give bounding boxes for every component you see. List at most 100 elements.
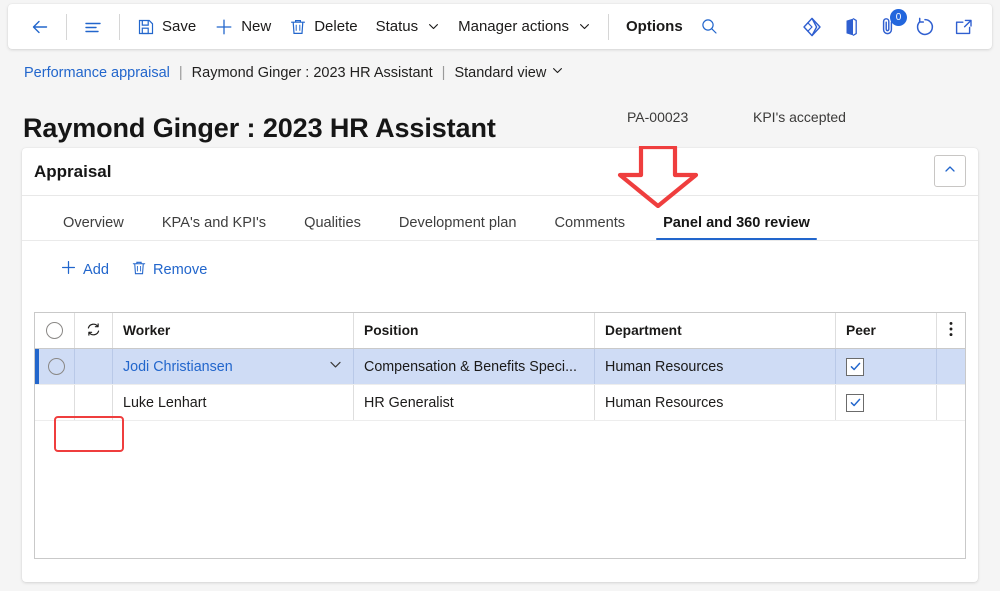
toolbar-divider-2 [119, 13, 120, 40]
row-overflow-cell [937, 349, 965, 384]
breadcrumb-separator: | [178, 64, 183, 81]
column-header-worker-label: Worker [123, 323, 171, 338]
card-title: Appraisal [34, 161, 112, 181]
breadcrumb-record: Raymond Ginger : 2023 HR Assistant [191, 64, 433, 81]
chevron-down-icon [551, 64, 564, 81]
options-button[interactable]: Options [617, 11, 692, 43]
search-icon [700, 17, 719, 36]
cell-worker-value: Luke Lenhart [123, 394, 207, 411]
select-all-radio[interactable] [46, 322, 63, 339]
popout-icon [952, 16, 974, 38]
cell-department[interactable]: Human Resources [595, 385, 836, 420]
card-header: Appraisal [22, 148, 978, 196]
chevron-down-icon[interactable] [328, 357, 343, 376]
tab-comments[interactable]: Comments [536, 215, 645, 240]
status-label: Status [375, 18, 419, 35]
row-refresh-cell[interactable] [75, 385, 113, 420]
column-header-department-label: Department [605, 323, 682, 338]
column-header-position-label: Position [364, 323, 419, 338]
row-select-radio[interactable] [48, 358, 65, 375]
table-row[interactable]: Jodi Christiansen Compensation & Benefit… [35, 349, 965, 385]
tab-development-plan[interactable]: Development plan [380, 215, 536, 240]
toolbar-divider-1 [66, 13, 67, 40]
plus-icon [60, 259, 77, 280]
attachments-button[interactable]: 0 [869, 9, 907, 43]
cell-peer[interactable] [836, 385, 937, 420]
panel-review-grid: Worker Position Department Peer Jodi Chr… [34, 312, 966, 559]
row-refresh-icon [85, 321, 102, 341]
cell-worker-value: Jodi Christiansen [123, 358, 233, 375]
chevron-up-icon [943, 162, 957, 181]
refresh-column-header-cell[interactable] [75, 313, 113, 348]
navigation-menu-button[interactable] [75, 11, 111, 43]
new-button[interactable]: New [205, 11, 280, 43]
personalize-button[interactable] [793, 11, 831, 43]
options-label: Options [626, 18, 683, 35]
tab-kpas-and-kpis[interactable]: KPA's and KPI's [143, 215, 285, 240]
add-button[interactable]: Add [52, 255, 117, 284]
column-header-peer-label: Peer [846, 323, 876, 338]
save-button[interactable]: Save [128, 11, 205, 43]
breadcrumb-separator: | [441, 64, 446, 81]
row-overflow-cell [937, 385, 965, 420]
search-button[interactable] [692, 11, 727, 43]
delete-button[interactable]: Delete [280, 11, 366, 43]
chevron-down-icon [578, 20, 591, 33]
view-selector[interactable]: Standard view [454, 64, 564, 81]
grid-toolbar: Add Remove [22, 241, 978, 294]
refresh-button[interactable] [906, 11, 944, 43]
breadcrumb-module-link[interactable]: Performance appraisal [24, 65, 170, 81]
manager-actions-menu-button[interactable]: Manager actions [449, 11, 600, 43]
view-selector-label: Standard view [454, 64, 547, 81]
tab-overview[interactable]: Overview [44, 215, 143, 240]
status-badge: KPI's accepted [753, 109, 846, 125]
remove-button[interactable]: Remove [123, 256, 215, 284]
grid-header-row: Worker Position Department Peer [35, 313, 965, 349]
plus-icon [214, 17, 234, 37]
diamond-icon [801, 16, 823, 38]
open-in-new-window-button[interactable] [944, 11, 982, 43]
command-bar: Save New Delete Status Manager actions O… [8, 4, 992, 49]
row-select-cell[interactable] [39, 349, 75, 384]
cell-position[interactable]: Compensation & Benefits Speci... [354, 349, 595, 384]
manager-actions-label: Manager actions [458, 18, 570, 35]
more-vertical-icon [949, 321, 953, 340]
column-header-department[interactable]: Department [595, 313, 836, 348]
row-refresh-cell[interactable] [75, 349, 113, 384]
cell-peer[interactable] [836, 349, 937, 384]
hamburger-menu-icon [83, 17, 103, 37]
cell-department[interactable]: Human Resources [595, 349, 836, 384]
peer-checkbox[interactable] [846, 393, 864, 412]
tab-qualities[interactable]: Qualities [285, 215, 380, 240]
row-select-cell[interactable] [39, 385, 75, 420]
tab-list: Overview KPA's and KPI's Qualities Devel… [22, 196, 978, 241]
cell-position[interactable]: HR Generalist [354, 385, 595, 420]
new-label: New [241, 18, 272, 35]
attachment-badge-wrapper: 0 [877, 9, 907, 37]
column-header-worker[interactable]: Worker [113, 313, 354, 348]
delete-label: Delete [314, 18, 358, 35]
cell-worker[interactable]: Luke Lenhart [113, 385, 354, 420]
grid-options-button[interactable] [937, 313, 965, 348]
table-row[interactable]: Luke Lenhart HR Generalist Human Resourc… [35, 385, 965, 421]
tab-panel-and-360-review[interactable]: Panel and 360 review [644, 215, 829, 240]
peer-checkbox[interactable] [846, 357, 864, 376]
collapse-section-button[interactable] [934, 155, 966, 187]
cell-worker[interactable]: Jodi Christiansen [113, 349, 354, 384]
trash-icon [131, 260, 147, 280]
refresh-icon [914, 16, 936, 38]
column-header-position[interactable]: Position [354, 313, 595, 348]
column-header-peer[interactable]: Peer [836, 313, 937, 348]
breadcrumb: Performance appraisal | Raymond Ginger :… [24, 64, 564, 81]
back-button[interactable] [22, 11, 58, 43]
remove-label: Remove [152, 261, 208, 278]
add-label: Add [83, 261, 109, 278]
select-all-header-cell[interactable] [35, 313, 75, 348]
open-in-office-button[interactable] [831, 11, 869, 43]
page-title: Raymond Ginger : 2023 HR Assistant [23, 113, 496, 144]
chevron-down-icon [427, 20, 440, 33]
arrow-left-icon [30, 17, 50, 37]
attachment-count-badge: 0 [890, 9, 907, 26]
save-label: Save [162, 18, 197, 35]
status-menu-button[interactable]: Status [367, 11, 450, 43]
